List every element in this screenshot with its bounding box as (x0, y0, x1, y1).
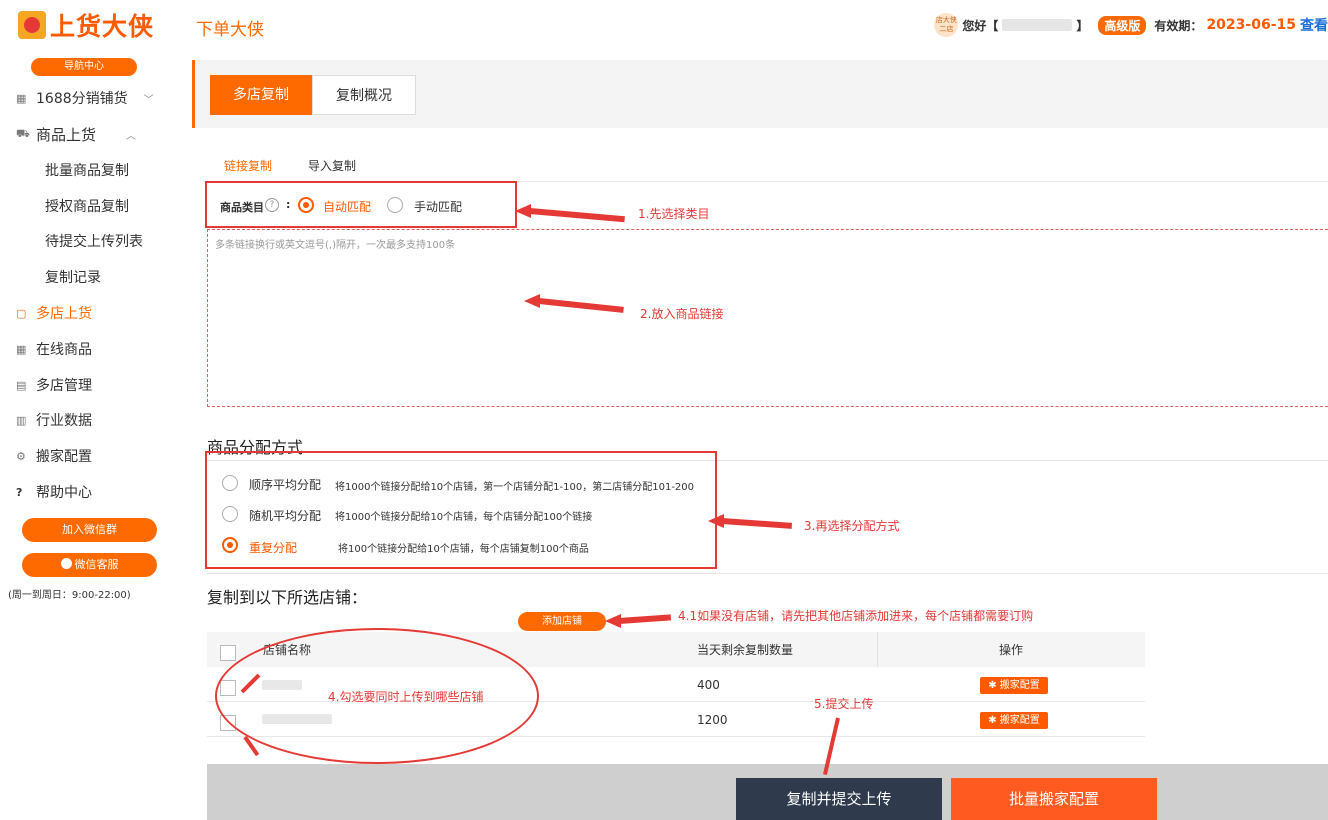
sidebar-item-label: 在线商品 (36, 342, 92, 358)
table-icon: ▦ (16, 342, 27, 356)
col-divider (877, 632, 878, 667)
logo-text: 上货大侠 (50, 12, 155, 41)
greeting: 您好【 (962, 18, 999, 33)
gear-icon: ✱ (988, 715, 1000, 726)
tab-multi-store-copy[interactable]: 多店复制 (210, 75, 312, 115)
sidebar-subitem-auth-copy[interactable]: 授权商品复制 (45, 196, 129, 216)
annotation-box-category (205, 181, 517, 228)
chart-icon: ▥ (16, 413, 27, 427)
sidebar-subitem-batch-copy[interactable]: 批量商品复制 (45, 160, 129, 180)
divider (207, 573, 1328, 574)
links-textarea[interactable] (207, 229, 1328, 407)
chevron-down-icon: ﹀ (143, 94, 154, 106)
subtab-link-copy[interactable]: 链接复制 (224, 157, 272, 174)
logo-mascot-icon (18, 11, 46, 39)
subtab-import-copy[interactable]: 导入复制 (308, 157, 356, 174)
copy-and-submit-button[interactable]: 复制并提交上传 (736, 778, 942, 820)
username-redacted (1002, 19, 1073, 31)
join-wechat-group-button[interactable]: 加入微信群 (22, 518, 157, 542)
chevron-up-icon: ︿ (126, 131, 137, 142)
annotation-step2: 2.放入商品链接 (640, 307, 724, 321)
migration-config-label: 搬家配置 (999, 680, 1040, 691)
sidebar-item-label: 行业数据 (36, 413, 92, 429)
annotation-step41: 4.1如果没有店铺，请先把其他店铺添加进来，每个店铺都需要订购 (678, 609, 1034, 623)
file-icon: ▢ (16, 306, 27, 320)
annotation-arrowhead (515, 204, 531, 218)
tab-copy-overview[interactable]: 复制概况 (312, 75, 416, 115)
sidebar-item-store-management[interactable]: ▤ 多店管理 (16, 375, 92, 395)
sidebar-subitem-pending-list[interactable]: 待提交上传列表 (45, 231, 143, 251)
sidebar-item-online-products[interactable]: ▦ 在线商品 (16, 339, 92, 359)
nav-center-badge[interactable]: 导航中心 (31, 58, 137, 76)
sidebar-item-migration-config[interactable]: ⚙ 搬家配置 (16, 446, 92, 466)
logo[interactable]: 上货大侠 (18, 10, 155, 41)
stores-icon: ▤ (16, 378, 27, 392)
annotation-arrowhead (524, 294, 540, 308)
annotation-step4: 4.勾选要同时上传到哪些店铺 (328, 690, 484, 704)
add-store-button[interactable]: 添加店铺 (518, 612, 606, 631)
annotation-step5: 5.提交上传 (814, 697, 874, 711)
stores-title: 复制到以下所选店铺： (207, 588, 368, 607)
user-info: 店大侠 二店 您好【 】 高级版 有效期： 2023-06-15 查看 (934, 13, 1328, 37)
remaining-count: 400 (697, 678, 720, 692)
greeting-close: 】 (1076, 18, 1089, 33)
migration-config-button[interactable]: ✱ 搬家配置 (980, 712, 1048, 729)
sidebar-item-1688[interactable]: ▦ 1688分销铺货 ﹀ (16, 88, 154, 108)
sidebar-item-label: 帮助中心 (36, 485, 92, 501)
annotation-step3: 3.再选择分配方式 (804, 519, 900, 533)
expire-label: 有效期： (1154, 18, 1203, 33)
migration-config-label: 搬家配置 (999, 715, 1040, 726)
wechat-service-button[interactable]: 微信客服 (22, 553, 157, 577)
migration-config-button[interactable]: ✱ 搬家配置 (980, 677, 1048, 694)
select-all-checkbox[interactable] (220, 645, 236, 661)
version-badge: 高级版 (1098, 15, 1147, 35)
view-link[interactable]: 查看 (1300, 15, 1328, 35)
remaining-count: 1200 (697, 713, 728, 727)
grid-icon: ▦ (16, 91, 27, 105)
sidebar-item-help-center[interactable]: ? 帮助中心 (16, 482, 92, 502)
sidebar-item-industry-data[interactable]: ▥ 行业数据 (16, 410, 92, 430)
sidebar-item-label: 搬家配置 (36, 449, 92, 465)
sidebar-item-label: 多店管理 (36, 378, 92, 394)
wechat-icon (60, 558, 72, 569)
help-icon: ? (16, 485, 23, 499)
annotation-box-distribution (205, 451, 717, 569)
avatar[interactable]: 店大侠 二店 (934, 13, 959, 37)
col-action: 操作 (999, 643, 1024, 657)
col-remaining: 当天剩余复制数量 (697, 643, 794, 657)
sidebar-item-label: 多店上货 (36, 306, 92, 322)
annotation-step1: 1.先选择类目 (638, 207, 710, 221)
links-placeholder: 多条链接换行或英文逗号(,)隔开，一次最多支持100条 (215, 240, 456, 251)
sidebar-item-label: 商品上货 (36, 126, 97, 144)
batch-migration-config-button[interactable]: 批量搬家配置 (951, 778, 1157, 820)
expire-date: 2023-06-15 (1206, 17, 1296, 33)
sidebar-item-multi-store-upload[interactable]: ▢ 多店上货 (16, 303, 92, 323)
gear-icon: ✱ (988, 680, 1000, 691)
sidebar-item-upload[interactable]: ⛟ 商品上货 ︿ (16, 124, 136, 145)
cart-icon: ⛟ (16, 127, 30, 140)
gear-icon: ⚙ (16, 449, 26, 463)
app-switch-link[interactable]: 下单大侠 (196, 15, 264, 40)
sidebar-item-label: 1688分销铺货 (36, 91, 128, 107)
service-hours: (周一到周日：9:00-22:00) (8, 590, 131, 601)
sidebar-subitem-copy-records[interactable]: 复制记录 (45, 267, 101, 287)
wechat-service-label: 微信客服 (74, 558, 119, 571)
